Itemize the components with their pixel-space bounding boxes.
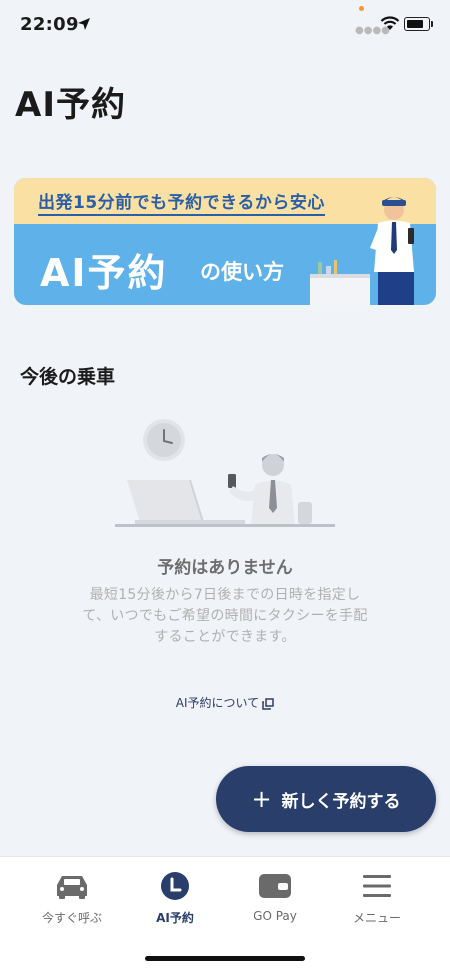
home-indicator[interactable]: [145, 956, 305, 961]
menu-icon: [363, 875, 391, 897]
external-link-icon: [262, 697, 274, 710]
clock-icon: [161, 872, 189, 900]
ai-reservation-howto-banner[interactable]: 出発15分前でも予約できるから安心 AI予約 の使い方: [14, 178, 436, 305]
tab-ai-reservation[interactable]: AI予約: [120, 867, 230, 926]
new-reservation-label: 新しく予約する: [281, 791, 401, 812]
new-reservation-button[interactable]: + 新しく予約する: [216, 766, 436, 832]
upcoming-rides-heading: 今後の乗車: [20, 366, 116, 388]
status-time: 22:09: [20, 14, 79, 35]
banner-tagline: 出発15分前でも予約できるから安心: [38, 188, 325, 216]
tab-go-pay-label: GO Pay: [253, 909, 297, 923]
wifi-icon: [380, 16, 400, 30]
about-link-label: AI予約について: [175, 696, 260, 710]
banner-person-illustration: [310, 197, 414, 305]
tab-ai-reservation-label: AI予約: [156, 911, 194, 925]
empty-state-description: 最短15分後から7日後までの日時を指定して、いつでもご希望の時間にタクシーを手配…: [82, 587, 368, 645]
empty-state-title: 予約はありません: [157, 558, 293, 578]
banner-title: AI予約: [40, 251, 168, 295]
tab-menu-label: メニュー: [352, 911, 401, 925]
location-arrow-icon: [78, 18, 90, 30]
tab-call-now[interactable]: 今すぐ呼ぶ: [17, 867, 127, 926]
taxi-icon: [57, 876, 87, 899]
bottom-tab-bar: 今すぐ呼ぶ AI予約 GO Pay メニュー: [0, 856, 450, 973]
battery-icon: [404, 17, 433, 31]
page-title: AI予約: [15, 85, 126, 125]
empty-state-illustration: [115, 419, 335, 527]
privacy-indicator-dot: [359, 6, 364, 11]
tab-go-pay[interactable]: GO Pay: [220, 867, 330, 923]
tab-call-now-label: 今すぐ呼ぶ: [41, 911, 102, 925]
about-ai-reservation-link[interactable]: AI予約について: [0, 694, 450, 711]
status-bar: 22:09 ●●●●: [0, 0, 450, 50]
wallet-icon: [259, 874, 291, 898]
banner-subtitle: の使い方: [200, 260, 284, 284]
tab-menu[interactable]: メニュー: [322, 867, 432, 926]
plus-icon: +: [251, 785, 272, 813]
